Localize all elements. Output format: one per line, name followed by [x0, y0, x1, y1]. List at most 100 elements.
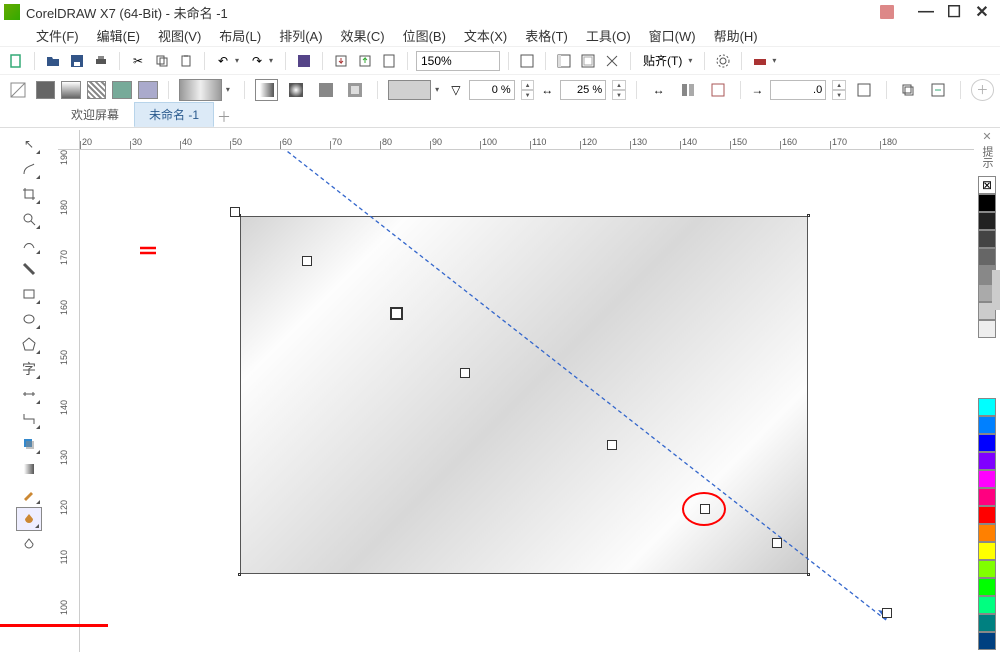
menu-layout[interactable]: 布局(L) [211, 24, 269, 47]
color-swatch[interactable] [978, 398, 996, 416]
fill-picker[interactable] [179, 79, 222, 101]
resize-handle-se[interactable] [807, 573, 810, 576]
gradient-node-1[interactable] [302, 256, 312, 266]
menu-arrange[interactable]: 排列(A) [271, 24, 330, 47]
smart-fill-icon[interactable] [16, 532, 42, 556]
zoom-tool-icon[interactable] [16, 207, 42, 231]
color-swatch[interactable] [978, 230, 996, 248]
add-preset-icon[interactable]: ＋ [971, 79, 995, 101]
color-swatch[interactable] [978, 248, 996, 266]
color-swatch[interactable] [978, 416, 996, 434]
text-tool-icon[interactable]: 字 [16, 357, 42, 381]
undo-icon[interactable]: ↶ [213, 51, 233, 71]
zoom-level-select[interactable] [416, 51, 500, 71]
tab-welcome[interactable]: 欢迎屏幕 [56, 102, 134, 127]
interactive-fill-icon[interactable] [16, 507, 42, 531]
copy-icon[interactable] [152, 51, 172, 71]
new-tab-button[interactable]: ＋ [214, 107, 234, 127]
color-swatch[interactable] [978, 632, 996, 650]
pick-tool-icon[interactable]: ↖ [16, 132, 42, 156]
drawing-canvas[interactable] [80, 150, 974, 652]
color-swatch[interactable] [978, 470, 996, 488]
edit-fill-icon[interactable] [926, 79, 950, 101]
color-swatch[interactable] [978, 452, 996, 470]
shape-tool-icon[interactable] [16, 157, 42, 181]
new-doc-icon[interactable] [6, 51, 26, 71]
horizontal-ruler[interactable]: 2030405060708090100110120130140150160170… [80, 130, 974, 150]
show-rulers-icon[interactable] [554, 51, 574, 71]
freehand-tool-icon[interactable] [16, 232, 42, 256]
node-position-input[interactable] [560, 80, 606, 100]
node-transparency-input[interactable] [469, 80, 515, 100]
pattern-fill-icon[interactable] [87, 81, 107, 99]
acceleration-spinner[interactable]: ▲▼ [832, 80, 846, 100]
color-swatch[interactable] [978, 212, 996, 230]
maximize-button[interactable]: ☐ [940, 2, 968, 22]
options-icon[interactable] [713, 51, 733, 71]
drop-shadow-icon[interactable] [16, 432, 42, 456]
gradient-node-4[interactable] [700, 504, 710, 514]
export-icon[interactable] [355, 51, 375, 71]
user-account-icon[interactable] [880, 5, 894, 19]
undo-dropdown[interactable]: ▾ [235, 56, 243, 65]
menu-edit[interactable]: 编辑(E) [89, 24, 148, 47]
color-swatch[interactable] [978, 542, 996, 560]
parallel-dim-icon[interactable] [16, 382, 42, 406]
gradient-node-5[interactable] [772, 538, 782, 548]
gradient-start-handle[interactable] [230, 207, 240, 217]
position-spinner[interactable]: ▲▼ [612, 80, 626, 100]
minimize-button[interactable]: — [912, 2, 940, 22]
redo-icon[interactable]: ↷ [247, 51, 267, 71]
tab-doc1[interactable]: 未命名 -1 [134, 102, 214, 127]
conical-gradient-icon[interactable] [314, 79, 338, 101]
menu-window[interactable]: 窗口(W) [641, 24, 704, 47]
redo-dropdown[interactable]: ▾ [269, 56, 277, 65]
square-gradient-icon[interactable] [343, 79, 367, 101]
color-swatch[interactable] [978, 524, 996, 542]
open-icon[interactable] [43, 51, 63, 71]
menu-file[interactable]: 文件(F) [28, 24, 87, 47]
menu-text[interactable]: 文本(X) [456, 24, 515, 47]
docker-resize-handle[interactable] [992, 270, 1000, 310]
no-color-swatch[interactable]: ⊠ [978, 176, 996, 194]
snap-to-label[interactable]: 贴齐(T) [639, 52, 686, 69]
paste-icon[interactable] [176, 51, 196, 71]
connector-tool-icon[interactable] [16, 407, 42, 431]
menu-bitmap[interactable]: 位图(B) [395, 24, 454, 47]
launcher-dropdown[interactable]: ▾ [772, 56, 780, 65]
gradient-end-handle[interactable] [882, 608, 892, 618]
transparency-tool-icon[interactable] [16, 457, 42, 481]
gradient-node-2[interactable] [390, 307, 403, 320]
node-color-dropdown[interactable]: ▾ [435, 85, 443, 94]
linear-gradient-icon[interactable] [255, 79, 279, 101]
menu-view[interactable]: 视图(V) [150, 24, 209, 47]
color-swatch[interactable] [978, 614, 996, 632]
hint-docker-tab[interactable]: 提示 [979, 146, 995, 168]
print-icon[interactable] [91, 51, 111, 71]
color-swatch[interactable] [978, 320, 996, 338]
reverse-fill-icon[interactable]: ↔ [647, 79, 671, 101]
artistic-media-icon[interactable] [16, 257, 42, 281]
publish-pdf-icon[interactable] [379, 51, 399, 71]
radial-gradient-icon[interactable] [284, 79, 308, 101]
ellipse-tool-icon[interactable] [16, 307, 42, 331]
crop-tool-icon[interactable] [16, 182, 42, 206]
resize-handle-ne[interactable] [807, 214, 810, 217]
rectangle-tool-icon[interactable] [16, 282, 42, 306]
acceleration-input[interactable] [770, 80, 826, 100]
fill-picker-dropdown[interactable]: ▾ [226, 85, 234, 94]
uniform-fill-icon[interactable] [36, 81, 56, 99]
vertical-ruler[interactable]: 190180170160150140130120110100 [58, 150, 80, 652]
save-icon[interactable] [67, 51, 87, 71]
transparency-spinner[interactable]: ▲▼ [521, 80, 535, 100]
fountain-fill-icon[interactable] [61, 81, 81, 99]
import-icon[interactable] [331, 51, 351, 71]
copy-fill-icon[interactable] [896, 79, 920, 101]
polygon-tool-icon[interactable] [16, 332, 42, 356]
color-swatch[interactable] [978, 488, 996, 506]
cut-icon[interactable]: ✂ [128, 51, 148, 71]
color-swatch[interactable] [978, 560, 996, 578]
color-swatch[interactable] [978, 578, 996, 596]
menu-table[interactable]: 表格(T) [517, 24, 576, 47]
menu-tools[interactable]: 工具(O) [578, 24, 639, 47]
